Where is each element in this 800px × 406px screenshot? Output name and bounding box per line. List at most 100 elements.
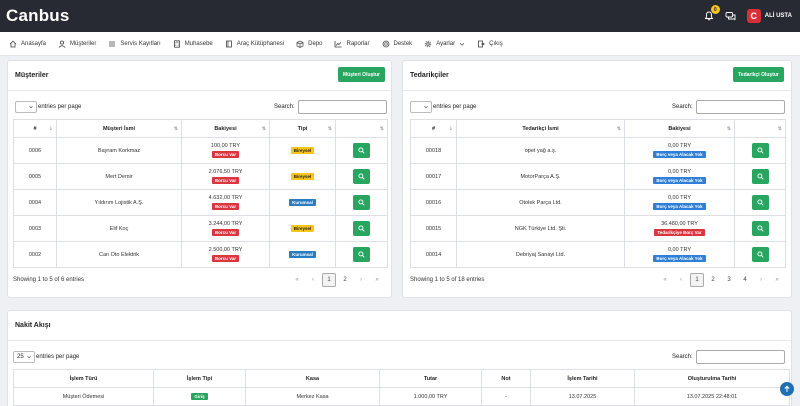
notification-bell-icon[interactable]: 0 (703, 5, 720, 22)
app-logo[interactable]: Canbus (6, 6, 70, 26)
supplier-action-cell (734, 137, 786, 164)
create-customer-button[interactable]: Müşteri Oluştur (338, 67, 385, 82)
search-label: Search: (672, 104, 693, 110)
chart-icon (335, 40, 342, 47)
logout-icon (478, 40, 485, 47)
pagination-page-2[interactable]: 2 (706, 273, 720, 287)
column-header-id[interactable]: # ⇣ (410, 119, 457, 138)
view-customer-button[interactable] (353, 143, 370, 158)
customers-entries-control: entries per page (15, 101, 81, 113)
nav-label: Anasayfa (21, 40, 47, 47)
column-header-name[interactable]: Tedarikçi İsmi ⇅ (456, 119, 625, 138)
user-menu[interactable]: C ALİ USTA (746, 9, 792, 23)
amount: 1.000,00 TRY (379, 387, 482, 406)
pagination-arrow[interactable]: « (290, 273, 304, 287)
nav-item-destek[interactable]: Destek (382, 40, 412, 48)
customer-type-badge: Kurumsal (289, 251, 316, 258)
pagination-page-2[interactable]: 2 (338, 273, 352, 287)
pagination-arrow[interactable]: › (754, 273, 768, 287)
column-header[interactable]: İşlem Tipi (153, 369, 246, 388)
nav-item-raporlar[interactable]: Raporlar (334, 40, 370, 48)
customers-table-info: Showing 1 to 5 of 6 entries (13, 277, 85, 283)
cashflow-search: Search: (672, 350, 785, 364)
customer-name: Bayram Korkmaz (56, 137, 182, 164)
search-icon (358, 199, 365, 206)
pagination-arrow[interactable]: › (354, 273, 368, 287)
column-header-actions[interactable]: ⇅ (335, 119, 388, 138)
create-supplier-button[interactable]: Tedarikçi Oluştur (733, 67, 784, 82)
chevron-down-icon (27, 355, 31, 359)
supplier-name: Debriyaj Sanayi Ltd. (456, 241, 625, 268)
supplier-id: 00014 (410, 241, 457, 268)
column-header-actions[interactable]: ⇅ (734, 119, 786, 138)
nav-item-arac-kutuphanesi[interactable]: Araç Kütüphanesi (225, 40, 284, 48)
view-customer-button[interactable] (353, 247, 370, 262)
column-header-balance[interactable]: Bakiyesi ⇅ (624, 119, 735, 138)
customer-name: Can Oto Elektrik (56, 241, 182, 268)
nav-item-anasayfa[interactable]: Anasayfa (9, 40, 46, 48)
scroll-to-top-button[interactable] (780, 382, 794, 396)
pagination-arrow[interactable]: » (770, 273, 784, 287)
customer-action-cell (335, 163, 388, 190)
sort-icon: ⇅ (726, 126, 731, 132)
table-row: 00016 Otolek Parça Ltd. 0,00 TRY Borç veya … (410, 189, 786, 216)
messages-icon[interactable] (725, 10, 737, 22)
cashflow-per-page-select[interactable]: 25 (13, 351, 35, 363)
customer-balance-cell: 100,00 TRY Borcu Var (181, 137, 270, 164)
arrow-up-icon (784, 385, 790, 392)
pagination-arrow[interactable]: ‹ (306, 273, 320, 287)
nav-label: Muhasebe (184, 40, 213, 47)
customers-per-page-select[interactable] (15, 101, 37, 113)
view-supplier-button[interactable] (751, 221, 769, 236)
supplier-action-cell (734, 241, 786, 268)
column-header-type[interactable]: Tipi ⇅ (269, 119, 336, 138)
view-supplier-button[interactable] (751, 169, 769, 184)
column-header-id[interactable]: # ⇣ (13, 119, 57, 138)
suppliers-per-page-select[interactable] (410, 101, 432, 113)
cashflow-search-input[interactable] (695, 350, 785, 364)
nav-item-servis-kayitlari[interactable]: Servis Kayıtları (108, 40, 161, 48)
pagination-page-1[interactable]: 1 (690, 273, 704, 287)
nav-item-cikis[interactable]: Çıkış (477, 40, 503, 48)
nav-item-musteriler[interactable]: Müşteriler (58, 40, 96, 48)
balance-value: 2.500,00 TRY (208, 247, 243, 253)
customer-type-badge: Bireysel (290, 147, 315, 154)
sort-icon: ⇅ (327, 126, 332, 132)
view-supplier-button[interactable] (751, 195, 769, 210)
pagination-page-4[interactable]: 4 (738, 273, 752, 287)
balance-value: 0,00 TRY (667, 247, 692, 253)
balance-status-badge: Borcu Var (211, 255, 240, 262)
search-label: Search: (274, 104, 295, 110)
view-customer-button[interactable] (353, 195, 370, 210)
column-header[interactable]: İşlem Türü (13, 369, 154, 388)
view-supplier-button[interactable] (751, 247, 769, 262)
column-header[interactable]: Kasa (245, 369, 380, 388)
nav-item-ayarlar[interactable]: Ayarlar (424, 40, 465, 48)
column-header[interactable]: Not (481, 369, 531, 388)
customer-type-badge: Bireysel (290, 173, 315, 180)
customers-search-input[interactable] (297, 100, 387, 114)
view-customer-button[interactable] (353, 221, 370, 236)
column-header-name[interactable]: Müşteri İsmi ⇅ (56, 119, 182, 138)
column-header[interactable]: Tutar (379, 369, 482, 388)
view-supplier-button[interactable] (751, 143, 769, 158)
pagination-arrow[interactable]: ‹ (674, 273, 688, 287)
search-label: Search: (672, 354, 693, 360)
column-header[interactable]: İşlem Tarihi (530, 369, 635, 388)
customer-balance-cell: 4.632,00 TRY Borcu Var (181, 189, 270, 216)
cash-register: Merkez Kasa (245, 387, 380, 406)
pagination-arrow[interactable]: « (658, 273, 672, 287)
nav-item-depo[interactable]: Depo (296, 40, 322, 48)
list-icon (109, 41, 116, 46)
column-header[interactable]: Oluşturulma Tarihi (634, 369, 790, 388)
pagination-page-3[interactable]: 3 (722, 273, 736, 287)
view-customer-button[interactable] (353, 169, 370, 184)
pagination-arrow[interactable]: » (370, 273, 384, 287)
nav-item-muhasebe[interactable]: Muhasebe (173, 39, 213, 48)
sort-icon: ⇅ (261, 126, 266, 132)
suppliers-search-input[interactable] (695, 100, 785, 114)
pagination-page-1[interactable]: 1 (322, 273, 336, 287)
column-header-balance[interactable]: Bakiyesi ⇅ (181, 119, 270, 138)
customer-type-cell: Kurumsal (269, 241, 336, 268)
supplier-name: Otolek Parça Ltd. (456, 189, 625, 216)
